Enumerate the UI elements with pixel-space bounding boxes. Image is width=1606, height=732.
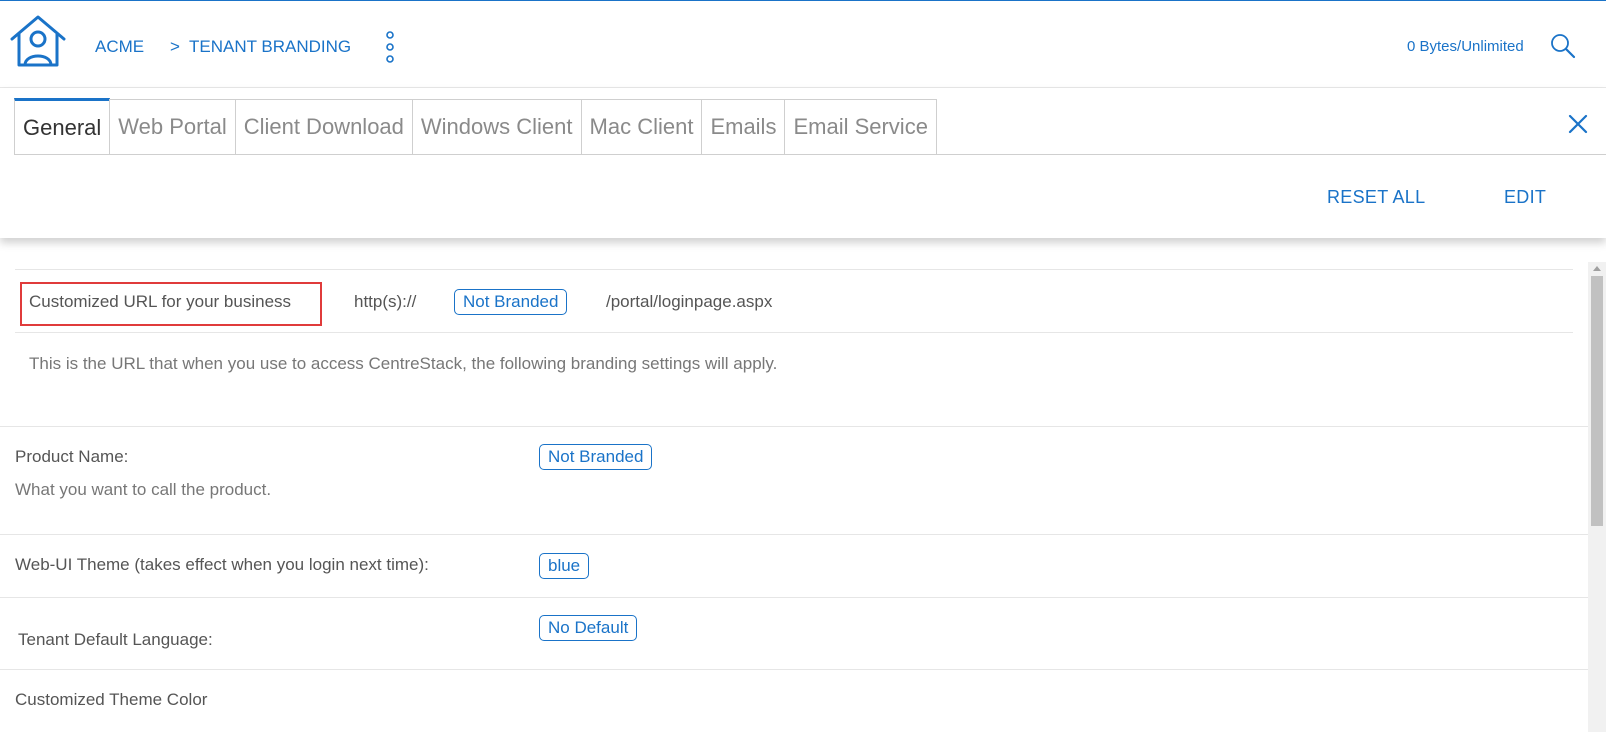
home-user-icon[interactable] [8, 13, 68, 69]
search-icon[interactable] [1550, 33, 1576, 59]
storage-usage: 0 Bytes/Unlimited [1407, 38, 1524, 55]
edit-button[interactable]: EDIT [1504, 187, 1546, 208]
url-value-badge[interactable]: Not Branded [454, 289, 568, 315]
tab-emails[interactable]: Emails [701, 99, 786, 154]
web-ui-theme-label: Web-UI Theme (takes effect when you logi… [15, 555, 429, 574]
tabs-panel: General Web Portal Client Download Windo… [0, 88, 1606, 238]
url-label: Customized URL for your business [29, 292, 292, 311]
tab-bar: General Web Portal Client Download Windo… [14, 98, 937, 154]
breadcrumb-current[interactable]: TENANT BRANDING [189, 37, 351, 57]
divider [15, 269, 1573, 270]
kebab-menu-icon[interactable] [385, 31, 395, 63]
tab-web-portal[interactable]: Web Portal [109, 99, 236, 154]
url-suffix: /portal/loginpage.aspx [606, 292, 773, 311]
default-language-label: Tenant Default Language: [18, 630, 213, 649]
breadcrumb-separator: > [170, 37, 180, 56]
divider [0, 426, 1588, 427]
divider [0, 669, 1588, 670]
product-name-badge[interactable]: Not Branded [539, 444, 653, 470]
divider [0, 597, 1588, 598]
product-name-description: What you want to call the product. [15, 480, 272, 499]
settings-content: Customized URL for your business http(s)… [0, 262, 1588, 732]
tab-mac-client[interactable]: Mac Client [580, 99, 703, 154]
tab-client-download[interactable]: Client Download [234, 99, 413, 154]
close-icon[interactable] [1567, 113, 1589, 135]
vertical-scrollbar[interactable] [1588, 262, 1606, 732]
tabs-divider [14, 154, 1606, 155]
default-language-badge[interactable]: No Default [539, 615, 638, 641]
url-prefix: http(s):// [354, 292, 417, 311]
reset-all-button[interactable]: RESET ALL [1327, 187, 1425, 208]
web-ui-theme-badge[interactable]: blue [539, 553, 590, 579]
theme-color-label: Customized Theme Color [15, 690, 208, 709]
tab-windows-client[interactable]: Windows Client [411, 99, 582, 154]
product-name-label: Product Name: [15, 447, 129, 466]
breadcrumb-root[interactable]: ACME [95, 37, 144, 57]
divider [15, 332, 1573, 333]
divider [0, 534, 1588, 535]
tab-general[interactable]: General [14, 98, 111, 154]
scroll-thumb[interactable] [1591, 276, 1603, 526]
scroll-up-arrow-icon[interactable] [1593, 266, 1601, 271]
tab-email-service[interactable]: Email Service [784, 99, 937, 154]
top-bar: ACME > TENANT BRANDING 0 Bytes/Unlimited [0, 0, 1606, 88]
url-description: This is the URL that when you use to acc… [29, 354, 778, 373]
